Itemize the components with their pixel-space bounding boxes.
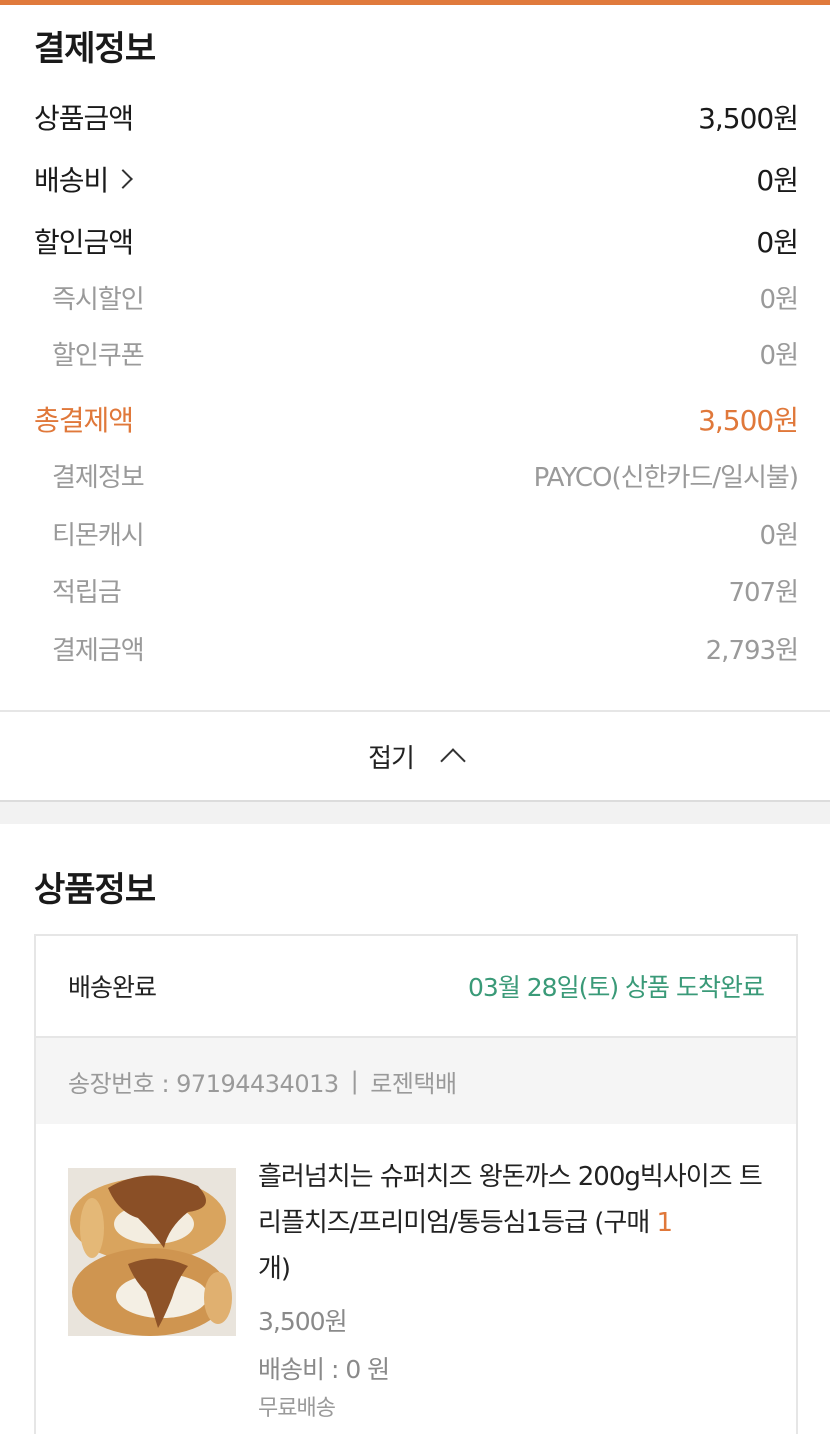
paid-amount-label: 결제금액 — [52, 635, 145, 666]
collapse-button[interactable]: 접기 — [0, 710, 830, 802]
chevron-up-icon — [440, 748, 466, 774]
instant-discount-value: 0원 — [759, 284, 799, 315]
points-row: 적립금 707원 — [52, 568, 799, 612]
discount-amount-label: 할인금액 — [34, 226, 134, 259]
points-value: 707원 — [728, 577, 799, 608]
payment-section-title: 결제정보 — [34, 29, 156, 69]
product-section-title: 상품정보 — [34, 870, 156, 910]
product-info-section: 상품정보 배송완료 03월 28일(토) 상품 도착완료 송장번호 : 9719… — [0, 824, 830, 1436]
product-amount-label: 상품금액 — [34, 102, 134, 135]
product-price: 3,500원 — [258, 1307, 348, 1336]
payment-info-section: 결제정보 상품금액 3,500원 배송비 0원 할인금액 0원 즉시할인 0원 … — [0, 5, 830, 710]
shipping-type: 무료배송 — [258, 1396, 336, 1421]
product-amount-row: 상품금액 3,500원 — [34, 95, 799, 139]
payment-method-value: PAYCO(신한카드/일시불) — [533, 462, 799, 493]
courier-name: 로젠택배 — [370, 1069, 457, 1098]
points-label: 적립금 — [52, 577, 122, 608]
tmon-cash-row: 티몬캐시 0원 — [52, 511, 799, 555]
tmon-cash-value: 0원 — [759, 520, 799, 551]
section-divider — [0, 802, 830, 824]
tracking-number: 송장번호 : 97194434013 — [68, 1069, 339, 1098]
total-payment-row: 총결제액 3,500원 — [34, 397, 799, 441]
product-details: 흘러넘치는 슈퍼치즈 왕돈까스 200g빅사이즈 트리플치즈/프리미엄/통등심1… — [258, 1154, 768, 1422]
discount-amount-value: 0원 — [756, 226, 799, 259]
coupon-discount-row: 할인쿠폰 0원 — [52, 331, 799, 375]
chevron-right-icon — [113, 169, 134, 189]
arrival-info: 03월 28일(토) 상품 도착완료 — [468, 973, 765, 1002]
shipping-fee-row[interactable]: 배송비 0원 — [34, 157, 799, 201]
order-item-card: 배송완료 03월 28일(토) 상품 도착완료 송장번호 : 971944340… — [34, 934, 798, 1434]
product-name-text: 흘러넘치는 슈퍼치즈 왕돈까스 200g빅사이즈 트리플치즈/프리미엄/통등심1… — [258, 1162, 763, 1238]
item-shipping-fee: 배송비 : 0 원 — [258, 1355, 390, 1384]
paid-amount-row: 결제금액 2,793원 — [52, 626, 799, 670]
collapse-label: 접기 — [368, 743, 415, 774]
tracking-separator: | — [350, 1067, 359, 1095]
payment-method-label: 결제정보 — [52, 462, 145, 493]
instant-discount-row: 즉시할인 0원 — [52, 275, 799, 319]
coupon-discount-value: 0원 — [759, 340, 799, 371]
product-item[interactable]: 흘러넘치는 슈퍼치즈 왕돈까스 200g빅사이즈 트리플치즈/프리미엄/통등심1… — [36, 1124, 796, 1436]
shipping-fee-link[interactable]: 배송비 — [34, 159, 134, 199]
quantity-suffix: 개) — [258, 1254, 291, 1284]
tracking-info: 송장번호 : 97194434013 | 로젠택배 — [36, 1038, 796, 1124]
pork-cutlet-image — [68, 1168, 236, 1336]
delivery-status-header: 배송완료 03월 28일(토) 상품 도착완료 — [36, 936, 796, 1038]
total-payment-label: 총결제액 — [34, 404, 134, 437]
purchase-quantity: 1 — [656, 1208, 674, 1238]
coupon-discount-label: 할인쿠폰 — [52, 340, 145, 371]
tmon-cash-label: 티몬캐시 — [52, 520, 145, 551]
shipping-fee-value: 0원 — [756, 164, 799, 197]
total-payment-value: 3,500원 — [698, 404, 799, 437]
product-name[interactable]: 흘러넘치는 슈퍼치즈 왕돈까스 200g빅사이즈 트리플치즈/프리미엄/통등심1… — [258, 1154, 768, 1292]
delivery-status: 배송완료 — [68, 973, 157, 1002]
shipping-fee-label: 배송비 — [34, 164, 109, 197]
paid-amount-value: 2,793원 — [705, 635, 799, 666]
instant-discount-label: 즉시할인 — [52, 284, 145, 315]
payment-method-row: 결제정보 PAYCO(신한카드/일시불) — [52, 453, 799, 497]
product-amount-value: 3,500원 — [698, 102, 799, 135]
product-thumbnail[interactable] — [68, 1168, 236, 1336]
discount-amount-row: 할인금액 0원 — [34, 219, 799, 263]
